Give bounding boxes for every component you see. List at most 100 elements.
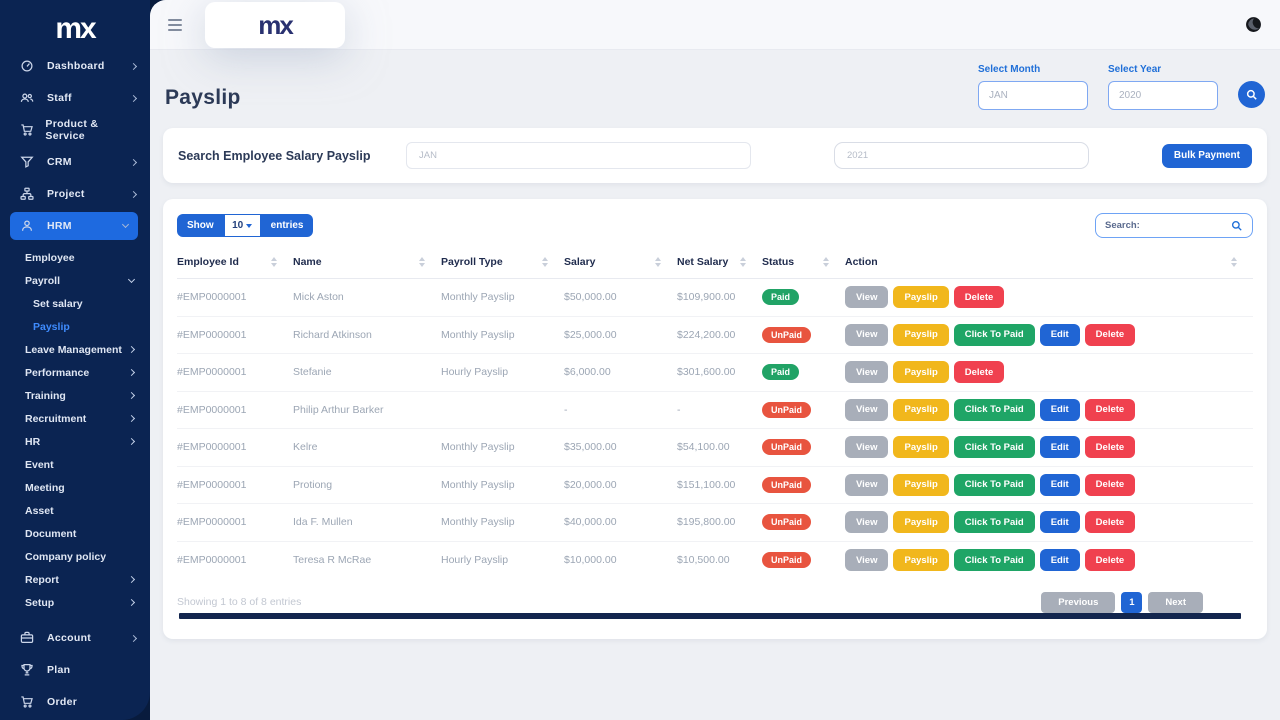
caret-down-icon	[246, 223, 253, 228]
sidebar-item-event[interactable]: Event	[0, 453, 150, 476]
cell-salary: $6,000.00	[564, 366, 611, 379]
sort-icon[interactable]	[542, 257, 548, 267]
hamburger-icon[interactable]	[168, 18, 182, 31]
sidebar-item-asset[interactable]: Asset	[0, 499, 150, 522]
payslip-button[interactable]: Payslip	[893, 398, 949, 421]
sort-icon[interactable]	[419, 257, 425, 267]
sidebar-item-employee[interactable]: Employee	[0, 246, 150, 269]
column-header-employee-id[interactable]: Employee Id	[177, 256, 293, 268]
column-header-net-salary[interactable]: Net Salary	[677, 256, 762, 268]
page-size-select[interactable]: 10	[223, 214, 261, 237]
payslip-button[interactable]: Payslip	[893, 549, 949, 572]
view-button[interactable]: View	[845, 323, 889, 346]
cell-name: Mick Aston	[293, 291, 344, 304]
view-button[interactable]: View	[845, 436, 889, 459]
view-button[interactable]: View	[845, 549, 889, 572]
sidebar-item-crm[interactable]: CRM	[0, 146, 150, 178]
page-number-button[interactable]: 1	[1121, 591, 1143, 613]
delete-button[interactable]: Delete	[1084, 549, 1136, 572]
sidebar-item-staff[interactable]: Staff	[0, 82, 150, 114]
sidebar-item-project[interactable]: Project	[0, 178, 150, 210]
payslip-button[interactable]: Payslip	[893, 361, 949, 384]
click-to-paid-button[interactable]: Click To Paid	[953, 398, 1035, 421]
sidebar-item-hr[interactable]: HR	[0, 430, 150, 453]
click-to-paid-button[interactable]: Click To Paid	[953, 436, 1035, 459]
sidebar-item-company-policy[interactable]: Company policy	[0, 545, 150, 568]
next-page-button[interactable]: Next	[1148, 591, 1203, 613]
edit-button[interactable]: Edit	[1039, 473, 1080, 496]
edit-button[interactable]: Edit	[1039, 398, 1080, 421]
sidebar-item-performance[interactable]: Performance	[0, 361, 150, 384]
payslip-year-input[interactable]	[834, 142, 1089, 169]
previous-page-button[interactable]: Previous	[1041, 591, 1116, 613]
search-icon[interactable]	[1231, 220, 1243, 232]
payslip-month-input[interactable]	[406, 142, 751, 169]
sidebar-item-plan[interactable]: Plan	[0, 654, 150, 686]
select-year-input[interactable]	[1108, 81, 1218, 110]
delete-button[interactable]: Delete	[1084, 511, 1136, 534]
delete-button[interactable]: Delete	[1084, 398, 1136, 421]
cell-employee-id: #EMP0000001	[177, 441, 247, 454]
sidebar-item-training[interactable]: Training	[0, 384, 150, 407]
sidebar-item-leave-management[interactable]: Leave Management	[0, 338, 150, 361]
sidebar-item-account[interactable]: Account	[0, 622, 150, 654]
moon-icon[interactable]	[1245, 16, 1262, 33]
sidebar-item-payslip[interactable]: Payslip	[0, 315, 150, 338]
sidebar-item-order[interactable]: Order	[0, 686, 150, 718]
cell-employee-id: #EMP0000001	[177, 328, 247, 341]
column-header-status[interactable]: Status	[762, 256, 845, 268]
sort-icon[interactable]	[823, 257, 829, 267]
sidebar-item-document[interactable]: Document	[0, 522, 150, 545]
delete-button[interactable]: Delete	[1084, 436, 1136, 459]
cell-net-salary: -	[677, 403, 681, 416]
click-to-paid-button[interactable]: Click To Paid	[953, 323, 1035, 346]
cell-salary: $50,000.00	[564, 291, 617, 304]
click-to-paid-button[interactable]: Click To Paid	[953, 549, 1035, 572]
sort-icon[interactable]	[271, 257, 277, 267]
sort-icon[interactable]	[655, 257, 661, 267]
delete-button[interactable]: Delete	[1084, 323, 1136, 346]
sidebar-item-meeting[interactable]: Meeting	[0, 476, 150, 499]
click-to-paid-button[interactable]: Click To Paid	[953, 511, 1035, 534]
payslip-button[interactable]: Payslip	[893, 323, 949, 346]
click-to-paid-button[interactable]: Click To Paid	[953, 473, 1035, 496]
sidebar-item-hrm[interactable]: HRM	[10, 212, 138, 240]
delete-button[interactable]: Delete	[953, 361, 1005, 384]
sidebar-item-set-salary[interactable]: Set salary	[0, 292, 150, 315]
delete-button[interactable]: Delete	[953, 286, 1005, 309]
view-button[interactable]: View	[845, 286, 889, 309]
edit-button[interactable]: Edit	[1039, 436, 1080, 459]
edit-button[interactable]: Edit	[1039, 549, 1080, 572]
sidebar-item-product-service[interactable]: Product & Service	[0, 114, 150, 146]
sort-icon[interactable]	[1231, 257, 1237, 267]
payslip-button[interactable]: Payslip	[893, 436, 949, 459]
sidebar-item-dashboard[interactable]: Dashboard	[0, 50, 150, 82]
view-button[interactable]: View	[845, 511, 889, 534]
view-button[interactable]: View	[845, 361, 889, 384]
view-button[interactable]: View	[845, 473, 889, 496]
delete-button[interactable]: Delete	[1084, 473, 1136, 496]
payslip-button[interactable]: Payslip	[893, 473, 949, 496]
sidebar-item-payroll[interactable]: Payroll	[0, 269, 150, 292]
column-header-name[interactable]: Name	[293, 256, 441, 268]
sort-icon[interactable]	[740, 257, 746, 267]
sidebar-item-report[interactable]: Report	[0, 568, 150, 591]
column-header-salary[interactable]: Salary	[564, 256, 677, 268]
edit-button[interactable]: Edit	[1039, 511, 1080, 534]
payslip-button[interactable]: Payslip	[893, 286, 949, 309]
edit-button[interactable]: Edit	[1039, 323, 1080, 346]
cell-salary: $20,000.00	[564, 478, 617, 491]
horizontal-scrollbar[interactable]	[179, 613, 1241, 619]
select-month-input[interactable]	[978, 81, 1088, 110]
bulk-payment-button[interactable]: Bulk Payment	[1161, 143, 1252, 168]
view-button[interactable]: View	[845, 398, 889, 421]
cell-actions: View Payslip Click To Paid Edit Delete	[845, 549, 1253, 572]
sidebar-item-setup[interactable]: Setup	[0, 591, 150, 614]
sidebar-item-recruitment[interactable]: Recruitment	[0, 407, 150, 430]
column-header-payroll-type[interactable]: Payroll Type	[441, 256, 564, 268]
table-search-input[interactable]	[1105, 220, 1231, 231]
topbar-logo-card[interactable]: mx	[205, 2, 345, 48]
filter-search-button[interactable]	[1238, 81, 1265, 108]
payslip-button[interactable]: Payslip	[893, 511, 949, 534]
column-header-action[interactable]: Action	[845, 256, 1253, 268]
